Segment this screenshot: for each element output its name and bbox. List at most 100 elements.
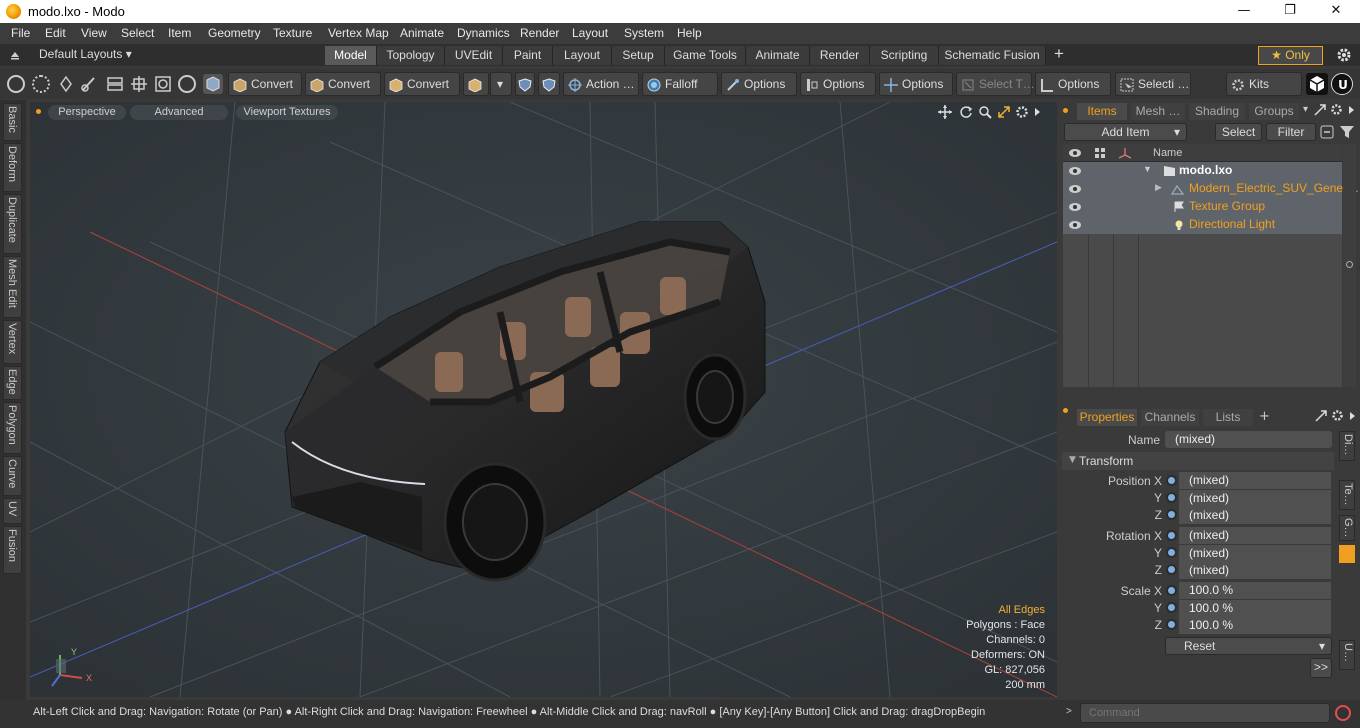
menu-vertex-map[interactable]: Vertex Map <box>328 26 389 40</box>
menu-file[interactable]: File <box>11 26 30 40</box>
modo-cube-icon[interactable] <box>1306 73 1328 95</box>
tab-render[interactable]: Render <box>810 46 870 65</box>
edges-mode-icon[interactable] <box>32 75 50 93</box>
menu-render[interactable]: Render <box>520 26 559 40</box>
pan-icon[interactable] <box>938 105 952 119</box>
side-tab-active-marker[interactable] <box>1339 545 1355 563</box>
position-z-field[interactable]: (mixed) <box>1179 507 1331 524</box>
rotate-icon[interactable] <box>959 105 973 119</box>
vtab-fusion[interactable]: Fusion <box>3 526 22 574</box>
center-mode-icon[interactable] <box>154 75 172 93</box>
vtab-basic[interactable]: Basic <box>3 103 22 141</box>
select-options-button[interactable]: Options <box>1035 72 1111 96</box>
tab-paint[interactable]: Paint <box>503 46 553 65</box>
select-button[interactable]: Select <box>1215 123 1262 141</box>
rotation-x-anim-dot[interactable] <box>1166 530 1177 541</box>
cube-tool-button[interactable] <box>463 72 489 96</box>
symmetry-button[interactable] <box>515 72 535 96</box>
item-list-scrollbar[interactable] <box>1343 144 1356 387</box>
collapse-arrow-icon[interactable] <box>9 48 21 60</box>
select-through-button[interactable]: Select T… <box>956 72 1035 96</box>
position-x-anim-dot[interactable] <box>1166 475 1177 486</box>
tab-properties[interactable]: Properties <box>1077 409 1137 426</box>
tab-groups[interactable]: Groups <box>1249 103 1299 120</box>
vtab-vertex[interactable]: Vertex <box>3 320 22 364</box>
scroll-handle[interactable] <box>1346 261 1353 268</box>
tab-layout[interactable]: Layout <box>553 46 612 65</box>
tab-game-tools[interactable]: Game Tools <box>665 46 746 65</box>
funnel-filter-icon[interactable] <box>1339 124 1355 140</box>
rotation-z-field[interactable]: (mixed) <box>1179 562 1331 579</box>
maximize-button[interactable]: ❐ <box>1267 1 1313 22</box>
tab-uvedit[interactable]: UVEdit <box>445 46 503 65</box>
layout-gear-icon[interactable] <box>1336 47 1352 63</box>
properties-gear-icon[interactable] <box>1331 409 1344 422</box>
pivot-mode-icon[interactable] <box>130 75 148 93</box>
vtab-uv[interactable]: UV <box>3 498 22 524</box>
close-button[interactable]: ✕ <box>1313 1 1359 22</box>
tool-dropdown[interactable]: ▾ <box>490 72 512 96</box>
scale-z-anim-dot[interactable] <box>1166 619 1177 630</box>
viewport-menu-dot-icon[interactable] <box>36 109 41 114</box>
visibility-eye-icon[interactable] <box>1068 147 1082 159</box>
item-row-texture-group[interactable]: Texture Group <box>1063 198 1342 216</box>
scale-x-anim-dot[interactable] <box>1166 585 1177 596</box>
unreal-logo-icon[interactable]: U <box>1331 73 1353 95</box>
panel-expand-icon[interactable] <box>1314 104 1326 116</box>
action-center-button[interactable]: Action … <box>563 72 639 96</box>
viewport-gear-icon[interactable] <box>1015 105 1029 119</box>
menu-edit[interactable]: Edit <box>45 26 66 40</box>
visibility-eye-icon[interactable] <box>1068 201 1082 213</box>
transform-section-header[interactable]: ▼ Transform <box>1062 452 1334 470</box>
3d-viewport[interactable]: Y X All Edges Polygons : Face Channels: … <box>30 102 1057 697</box>
side-tab-display[interactable]: Di… <box>1339 431 1355 461</box>
scale-z-field[interactable]: 100.0 % <box>1179 617 1331 634</box>
panel-chevron-icon[interactable] <box>1347 104 1357 116</box>
tab-model[interactable]: Model <box>325 46 377 65</box>
vtab-deform[interactable]: Deform <box>3 143 22 192</box>
visibility-eye-icon[interactable] <box>1068 219 1082 231</box>
position-y-field[interactable]: (mixed) <box>1179 490 1331 507</box>
record-macro-icon[interactable] <box>1335 705 1351 721</box>
tab-items[interactable]: Items <box>1077 103 1127 120</box>
position-y-anim-dot[interactable] <box>1166 492 1177 503</box>
minimize-button[interactable]: — <box>1221 1 1267 22</box>
vtab-polygon[interactable]: Polygon <box>3 402 22 454</box>
position-z-anim-dot[interactable] <box>1166 509 1177 520</box>
scale-y-field[interactable]: 100.0 % <box>1179 600 1331 617</box>
tab-channels[interactable]: Channels <box>1141 409 1199 426</box>
advanced-button[interactable]: Advanced <box>130 105 228 120</box>
tab-setup[interactable]: Setup <box>612 46 665 65</box>
side-tab-u[interactable]: U… <box>1339 640 1355 670</box>
add-layout-button[interactable]: + <box>1054 44 1064 64</box>
visibility-eye-icon[interactable] <box>1068 165 1082 177</box>
item-row-directional-light[interactable]: Directional Light <box>1063 216 1342 234</box>
menu-help[interactable]: Help <box>677 26 702 40</box>
tab-shading[interactable]: Shading <box>1189 103 1245 120</box>
expand-arrow-icon[interactable]: ▶ <box>1155 182 1162 193</box>
scale-y-anim-dot[interactable] <box>1166 602 1177 613</box>
rotation-y-field[interactable]: (mixed) <box>1179 545 1331 562</box>
vtab-mesh-edit[interactable]: Mesh Edit <box>3 256 22 318</box>
tabs-dropdown-icon[interactable]: ▾ <box>1303 104 1308 115</box>
pen-tool-icon[interactable] <box>57 75 75 93</box>
menu-dynamics[interactable]: Dynamics <box>457 26 510 40</box>
snap-button[interactable] <box>538 72 560 96</box>
menu-system[interactable]: System <box>624 26 664 40</box>
selection-sets-button[interactable]: Selecti … <box>1115 72 1191 96</box>
menu-select[interactable]: Select <box>121 26 154 40</box>
tab-scripting[interactable]: Scripting <box>870 46 939 65</box>
filter-button[interactable]: Filter <box>1266 123 1316 141</box>
vtab-curve[interactable]: Curve <box>3 456 22 496</box>
visibility-eye-icon[interactable] <box>1068 183 1082 195</box>
properties-menu-dot-icon[interactable] <box>1063 408 1068 413</box>
side-tab-g[interactable]: G… <box>1339 515 1355 541</box>
convert-button-1[interactable]: Convert <box>228 72 302 96</box>
rotation-y-anim-dot[interactable] <box>1166 547 1177 558</box>
polygon-mode-icon[interactable] <box>178 75 196 93</box>
snapping-options-button[interactable]: Options <box>800 72 876 96</box>
rotation-x-field[interactable]: (mixed) <box>1179 527 1331 544</box>
menu-layout[interactable]: Layout <box>572 26 608 40</box>
properties-expand-icon[interactable] <box>1315 410 1327 422</box>
side-tab-texture[interactable]: Te… <box>1339 480 1355 510</box>
